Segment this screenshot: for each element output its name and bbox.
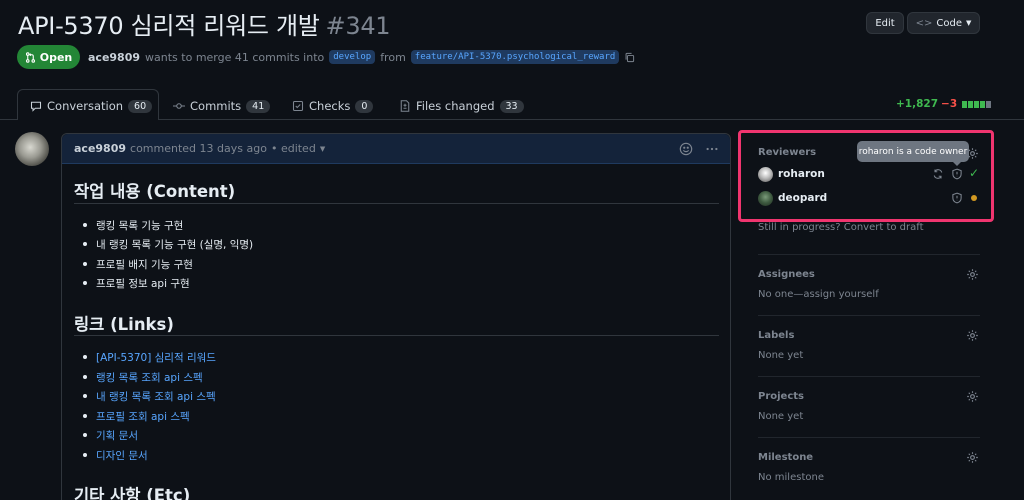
section-heading-content: 작업 내용 (Content) <box>74 182 236 201</box>
comment-meta: ace9809 commented 13 days ago • edited ▼ <box>74 142 325 155</box>
avatar <box>758 166 773 182</box>
tab-conversation[interactable]: Conversation 60 <box>30 96 153 116</box>
link-item[interactable]: 기획 문서 <box>83 428 138 443</box>
pull-request-icon <box>25 51 35 63</box>
deletions-count: −3 <box>941 98 958 110</box>
diffstat: +1,827 −3 <box>896 98 992 110</box>
shield-icon <box>952 192 962 204</box>
tab-checks[interactable]: Checks 0 <box>292 96 374 116</box>
commit-icon <box>173 103 185 109</box>
copy-icon[interactable] <box>624 52 635 63</box>
tab-commits-label: Commits <box>190 99 242 113</box>
author-link[interactable]: ace9809 <box>88 51 140 64</box>
pr-title-text: API-5370 심리적 리워드 개발 <box>18 12 320 40</box>
tab-commits[interactable]: Commits 41 <box>173 96 271 116</box>
shield-icon <box>952 168 962 180</box>
labels-heading: Labels <box>758 330 795 341</box>
caret-down-icon[interactable]: ▼ <box>320 145 325 153</box>
list-item: 프로필 배지 기능 구현 <box>83 259 193 271</box>
list-item: 내 랭킹 목록 기능 구현 (실명, 익명) <box>82 239 254 251</box>
link-item[interactable]: 내 랭킹 목록 조회 api 스펙 <box>83 389 216 404</box>
assign-yourself-link[interactable]: No one—assign yourself <box>758 289 879 300</box>
file-diff-icon <box>400 100 410 112</box>
code-button[interactable]: <> Code ▼ <box>907 12 980 34</box>
diffstat-block <box>986 100 992 108</box>
projects-heading: Projects <box>758 391 805 402</box>
gear-icon[interactable] <box>966 451 979 464</box>
pr-title: API-5370 심리적 리워드 개발 #341 <box>18 6 391 41</box>
comment-timestamp[interactable]: commented 13 days ago <box>130 142 267 155</box>
code-button-label: Code <box>936 17 962 29</box>
heading-rule <box>74 203 719 204</box>
merge-text: wants to merge 41 commits into <box>145 50 325 64</box>
reviewer-name[interactable]: roharon <box>778 168 825 180</box>
gear-icon[interactable] <box>966 329 979 342</box>
comment-actions <box>679 142 719 156</box>
diffstat-block <box>980 100 986 108</box>
sync-icon[interactable] <box>932 168 944 180</box>
divider <box>758 254 980 255</box>
gear-icon[interactable] <box>966 390 979 403</box>
milestone-value: No milestone <box>758 472 824 483</box>
convert-to-draft-link[interactable]: Still in progress? Convert to draft <box>758 222 924 233</box>
link-item[interactable]: 랭킹 목록 조회 api 스펙 <box>83 370 203 385</box>
code-owner-tooltip: roharon is a code owner <box>857 141 969 166</box>
status-label: Open <box>39 50 73 64</box>
edited-dropdown[interactable]: • edited <box>271 142 316 155</box>
divider <box>758 315 980 316</box>
list-item: 프로필 정보 api 구현 <box>83 278 190 290</box>
author-avatar[interactable] <box>15 132 49 166</box>
code-icon: <> <box>915 17 933 29</box>
divider <box>758 376 980 377</box>
reviewers-heading: Reviewers <box>758 147 817 158</box>
comment-icon <box>30 101 42 112</box>
tab-conversation-count: 60 <box>128 99 153 113</box>
projects-value: None yet <box>758 411 804 422</box>
heading-rule <box>74 335 719 336</box>
reviewer-name[interactable]: deopard <box>778 192 827 204</box>
diffstat-block <box>974 100 980 108</box>
section-heading-etc: 기타 사항 (Etc) <box>74 486 191 500</box>
kebab-menu-icon[interactable] <box>705 142 719 156</box>
tab-commits-count: 41 <box>246 99 271 113</box>
tab-files-changed[interactable]: Files changed 33 <box>399 96 524 116</box>
pr-number: #341 <box>325 12 391 40</box>
assignees-heading: Assignees <box>758 269 815 280</box>
tab-conversation-label: Conversation <box>47 99 124 113</box>
check-icon: ✓ <box>969 166 980 180</box>
checklist-icon <box>292 100 304 112</box>
link-item[interactable]: 프로필 조회 api 스펙 <box>83 409 190 424</box>
tab-checks-label: Checks <box>309 99 351 113</box>
tab-checks-count: 0 <box>355 99 374 113</box>
avatar <box>758 190 773 206</box>
labels-value: None yet <box>758 350 804 361</box>
reviewer-row[interactable]: roharon <box>758 166 825 182</box>
pr-meta: ace9809 wants to merge 41 commits into d… <box>88 50 635 64</box>
head-branch[interactable]: feature/API-5370.psychological_reward <box>410 50 620 64</box>
from-text: from <box>380 50 406 64</box>
gear-icon[interactable] <box>966 268 979 281</box>
pending-dot-icon <box>971 195 977 201</box>
status-badge: Open <box>17 45 80 69</box>
divider <box>758 437 980 438</box>
milestone-heading: Milestone <box>758 452 814 463</box>
additions-count: +1,827 <box>896 98 939 110</box>
edit-button-label: Edit <box>875 17 895 29</box>
reviewer-row[interactable]: deopard <box>758 190 827 206</box>
list-item: 랭킹 목록 기능 구현 <box>82 220 184 232</box>
tab-files-changed-label: Files changed <box>416 99 495 113</box>
diffstat-block <box>968 100 974 108</box>
edit-button[interactable]: Edit <box>866 12 904 34</box>
link-item[interactable]: 디자인 문서 <box>83 448 148 463</box>
comment-author[interactable]: ace9809 <box>74 142 126 155</box>
base-branch[interactable]: develop <box>329 50 376 64</box>
link-item[interactable]: [API-5370] 심리적 리워드 <box>83 350 216 365</box>
section-heading-links: 링크 (Links) <box>74 315 174 334</box>
caret-down-icon: ▼ <box>965 19 972 27</box>
diffstat-block <box>962 100 968 108</box>
diffstat-blocks <box>962 100 992 108</box>
tab-files-changed-count: 33 <box>499 99 524 113</box>
smiley-icon[interactable] <box>679 142 693 156</box>
